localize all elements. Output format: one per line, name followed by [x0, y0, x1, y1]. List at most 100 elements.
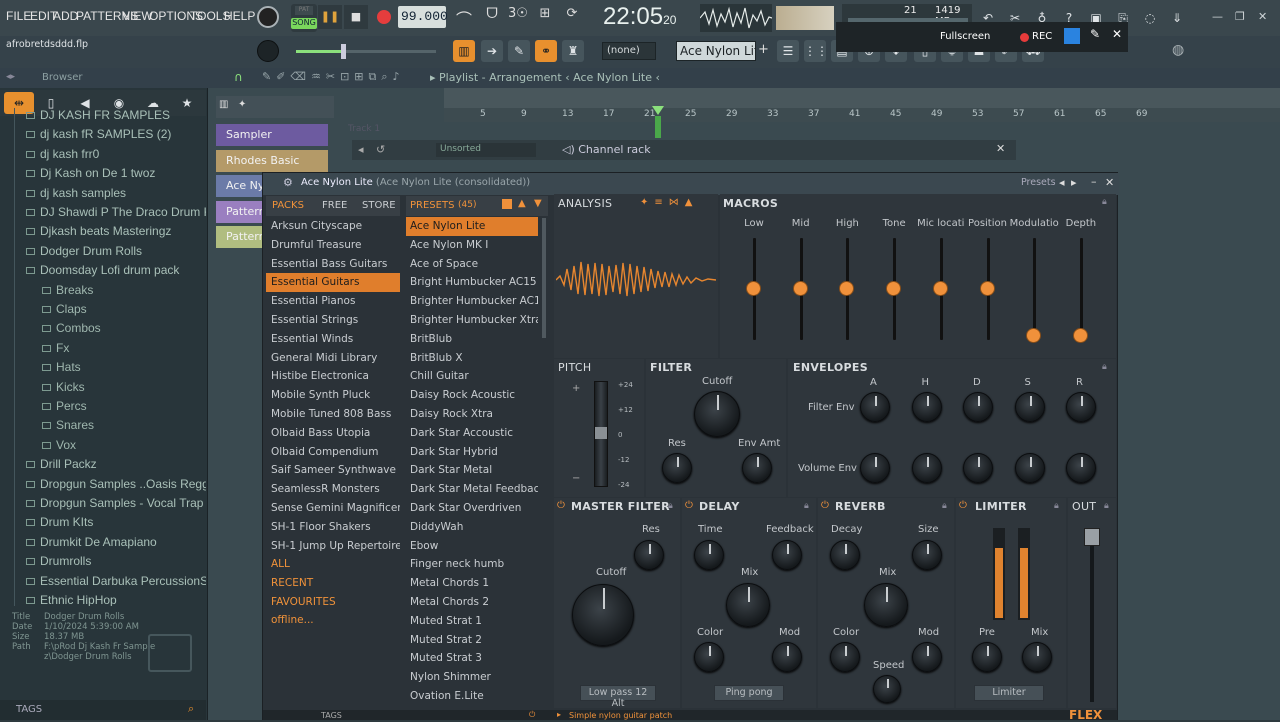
master-filter-power-icon[interactable]: ⏻: [557, 500, 565, 511]
fullscreen-label[interactable]: Fullscreen: [940, 31, 990, 42]
browser-subfolder[interactable]: Percs: [42, 399, 87, 418]
macro-slider-thumb[interactable]: [792, 281, 808, 296]
preset-item[interactable]: Dark Star Accoustic: [406, 424, 538, 443]
mixer-icon[interactable]: ☰: [777, 40, 799, 62]
tab-free[interactable]: FREE: [322, 200, 347, 211]
macro-slider-thumb[interactable]: [932, 281, 948, 296]
pack-item[interactable]: Drumful Treasure: [266, 236, 400, 255]
play-button[interactable]: ❚❚: [318, 5, 342, 29]
presets-button[interactable]: Presets: [1021, 177, 1056, 188]
limiter-mix-knob[interactable]: [1022, 642, 1052, 672]
pack-item[interactable]: Histibe Electronica: [266, 367, 400, 386]
preset-item[interactable]: Ace Nylon MK I: [406, 236, 538, 255]
stamp-icon[interactable]: ♜: [562, 40, 584, 62]
channel-rack-filter[interactable]: Unsorted: [436, 143, 536, 157]
stop-button[interactable]: ■: [344, 5, 368, 29]
out-fader-handle[interactable]: [1084, 528, 1100, 546]
reverb-size-knob[interactable]: [912, 540, 942, 570]
footer-power-icon[interactable]: ⏻: [529, 710, 535, 720]
preset-item[interactable]: Finger neck humb: [406, 555, 538, 574]
browser-folder[interactable]: dj kash samples: [26, 186, 126, 205]
add-channel-button[interactable]: +: [758, 42, 770, 60]
metronome-icon[interactable]: ⌒: [452, 6, 476, 30]
out-lock-icon[interactable]: 🔒︎: [1104, 501, 1109, 511]
plugin-gear-icon[interactable]: ⚙: [283, 176, 293, 189]
preset-item[interactable]: Dark Star Hybrid: [406, 443, 538, 462]
master-volume-knob[interactable]: [257, 40, 279, 62]
wait-record-icon[interactable]: ᗜ: [480, 6, 504, 30]
pack-item[interactable]: Essential Winds: [266, 330, 400, 349]
delay-time-knob[interactable]: [694, 540, 724, 570]
preset-up-icon[interactable]: ▲: [518, 198, 526, 209]
reverb-power-icon[interactable]: ⏻: [821, 500, 829, 511]
preset-item[interactable]: Ace of Space: [406, 255, 538, 274]
limiter-lock-icon[interactable]: 🔒︎: [1054, 501, 1059, 511]
macro-slider-thumb[interactable]: [1072, 328, 1088, 343]
browser-subfolder[interactable]: Kicks: [42, 380, 85, 399]
pack-item[interactable]: Essential Guitars: [266, 273, 400, 293]
browser-folder[interactable]: Dj Kash on De 1 twoz: [26, 166, 155, 185]
browser-folder[interactable]: Doomsday Lofi drum pack: [26, 263, 179, 282]
reverb-mod-knob[interactable]: [912, 642, 942, 672]
close-overlay-icon[interactable]: ✕: [1112, 27, 1122, 41]
reverb-decay-knob[interactable]: [830, 540, 860, 570]
preset-item[interactable]: Brighter Humbucker Xtra: [406, 311, 538, 330]
plugin-minimize-icon[interactable]: –: [1091, 175, 1097, 188]
preset-item[interactable]: Bright Humbucker AC15: [406, 273, 538, 292]
pack-item[interactable]: Essential Pianos: [266, 292, 400, 311]
browser-subfolder[interactable]: Snares: [42, 418, 94, 437]
pitch-wheel-handle[interactable]: [595, 427, 607, 439]
limiter-mode-select[interactable]: Limiter: [974, 685, 1044, 701]
preset-item[interactable]: Chill Guitar: [406, 367, 538, 386]
delay-color-knob[interactable]: [694, 642, 724, 672]
browser-folder[interactable]: Dropgun Samples - Vocal Trap: [26, 496, 203, 515]
menu-file[interactable]: FILE: [6, 9, 31, 23]
delay-lock-icon[interactable]: 🔒︎: [804, 501, 809, 511]
globe-icon[interactable]: ◍: [1172, 42, 1184, 58]
pack-filter[interactable]: FAVOURITES: [266, 593, 400, 612]
browser-folder[interactable]: dj kash fR SAMPLES (2): [26, 127, 171, 146]
pack-item[interactable]: Olbaid Compendium: [266, 443, 400, 462]
pack-item[interactable]: Olbaid Bass Utopia: [266, 424, 400, 443]
preset-item[interactable]: Muted Strat 1: [406, 612, 538, 631]
chat-icon[interactable]: ◌: [1139, 7, 1161, 29]
pitch-minus[interactable]: −: [572, 473, 580, 484]
draw-icon[interactable]: ✎: [1090, 27, 1100, 41]
volume-env-knob-d[interactable]: [963, 453, 993, 483]
preset-item[interactable]: Muted Strat 2: [406, 631, 538, 650]
pack-filter[interactable]: offline...: [266, 611, 400, 630]
preset-item[interactable]: Metal Chords 2: [406, 593, 538, 612]
instrument-select[interactable]: Ace Nylon Lite: [676, 41, 756, 61]
preset-item[interactable]: Metal Chords 1: [406, 574, 538, 593]
browser-folder[interactable]: Drumkit De Amapiano: [26, 535, 157, 554]
filter-env-knob[interactable]: [742, 453, 772, 483]
filter-cutoff-knob[interactable]: [694, 391, 740, 437]
reverb-color-knob[interactable]: [830, 642, 860, 672]
browser-folder[interactable]: Dropgun Samples ..Oasis Reggaeton: [26, 477, 206, 496]
volume-env-knob-r[interactable]: [1066, 453, 1096, 483]
pitch-plus[interactable]: +: [572, 383, 580, 394]
magnet-icon[interactable]: ∩: [234, 70, 243, 84]
loop-record-icon[interactable]: ⟳: [560, 6, 584, 30]
master-filter-type-select[interactable]: Low pass 12 Alt: [580, 685, 656, 709]
pack-item[interactable]: Saif Sameer Synthwave: [266, 461, 400, 480]
preset-scrollbar[interactable]: [542, 218, 546, 338]
filter-env-knob-a[interactable]: [860, 392, 890, 422]
browser-folder[interactable]: dj kash frr0: [26, 147, 99, 166]
pack-item[interactable]: Essential Strings: [266, 311, 400, 330]
browser-subfolder[interactable]: Claps: [42, 302, 87, 321]
preset-item[interactable]: Dark Star Metal Feedback: [406, 480, 538, 499]
browser-folder[interactable]: DJ KASH FR SAMPLES: [26, 108, 170, 127]
minimize-icon[interactable]: —: [1212, 10, 1223, 23]
download-icon[interactable]: ⇓: [1166, 7, 1188, 29]
cpu-knob[interactable]: [257, 6, 279, 28]
macro-slider-thumb[interactable]: [886, 281, 902, 296]
delay-mod-knob[interactable]: [772, 642, 802, 672]
brush-icon[interactable]: ✎: [508, 40, 530, 62]
delay-mode-select[interactable]: Ping pong: [714, 685, 784, 701]
master-pitch-slider[interactable]: [296, 44, 436, 59]
slider-handle[interactable]: [341, 44, 346, 59]
pack-item[interactable]: SeamlessR Monsters: [266, 480, 400, 499]
record-button[interactable]: [372, 5, 396, 29]
master-filter-lock-icon[interactable]: 🔒︎: [668, 501, 673, 511]
